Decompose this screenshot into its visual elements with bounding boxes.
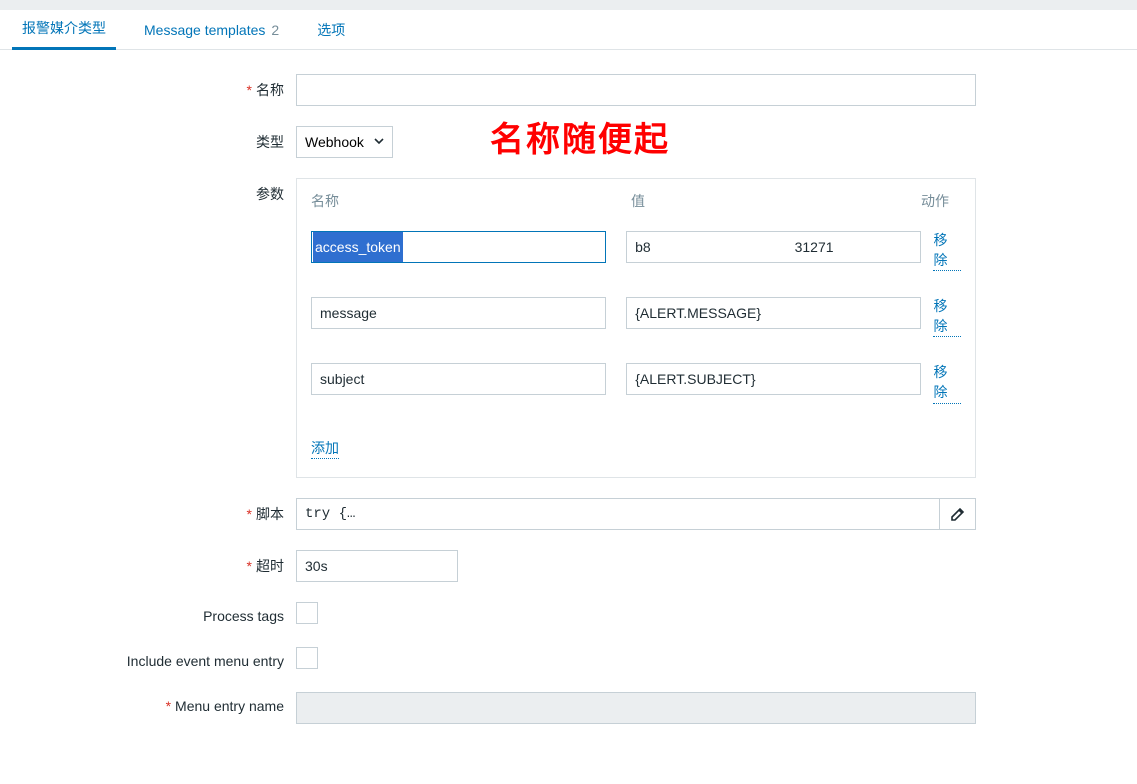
tab-message-templates-count: 2 <box>271 22 279 38</box>
tab-options-label: 选项 <box>317 20 345 40</box>
type-select[interactable]: Webhook <box>296 126 393 158</box>
param-value-input[interactable] <box>626 231 921 263</box>
param-row: 移除 <box>311 297 961 337</box>
required-marker: * <box>166 698 171 714</box>
label-type: 类型 <box>16 126 296 152</box>
param-row: access_token 移除 <box>311 231 961 271</box>
param-name-input[interactable] <box>311 297 606 329</box>
label-params-text: 参数 <box>256 186 284 202</box>
process-tags-checkbox[interactable] <box>296 602 318 624</box>
row-process-tags: Process tags <box>16 602 1121 627</box>
menu-entry-name-input[interactable] <box>296 692 976 724</box>
label-timeout-text: 超时 <box>256 558 284 574</box>
timeout-input[interactable] <box>296 550 458 582</box>
label-name-text: 名称 <box>256 82 284 98</box>
param-row: 移除 <box>311 363 961 403</box>
label-menu-entry-name: *Menu entry name <box>16 692 296 714</box>
label-menu-entry-name-text: Menu entry name <box>175 698 284 714</box>
param-remove-link[interactable]: 移除 <box>933 363 961 403</box>
row-name: *名称 <box>16 74 1121 106</box>
include-event-menu-checkbox[interactable] <box>296 647 318 669</box>
name-input[interactable] <box>296 74 976 106</box>
row-include-event-menu: Include event menu entry <box>16 647 1121 672</box>
edit-script-button[interactable] <box>940 498 976 530</box>
row-menu-entry-name: *Menu entry name <box>16 692 1121 724</box>
params-container: 名称 值 动作 access_token 移除 移除 <box>296 178 976 478</box>
params-header: 名称 值 动作 <box>311 191 961 211</box>
label-timeout: *超时 <box>16 550 296 576</box>
row-params: 参数 名称 值 动作 access_token 移除 <box>16 178 1121 478</box>
label-script: *脚本 <box>16 498 296 524</box>
required-marker: * <box>247 506 252 522</box>
tab-media-type-label: 报警媒介类型 <box>22 18 106 38</box>
row-timeout: *超时 <box>16 550 1121 582</box>
tab-message-templates[interactable]: Message templates 2 <box>134 10 289 50</box>
tab-media-type[interactable]: 报警媒介类型 <box>12 10 116 50</box>
tab-bar: 报警媒介类型 Message templates 2 选项 <box>0 10 1137 50</box>
param-name-selected-text: access_token <box>313 232 403 262</box>
label-include-event-menu-text: Include event menu entry <box>127 653 284 669</box>
params-header-value: 值 <box>621 191 921 211</box>
param-remove-link[interactable]: 移除 <box>933 297 961 337</box>
param-value-input[interactable] <box>626 363 921 395</box>
media-type-form: 名称随便起 *名称 类型 Webhook 参数 <box>0 50 1137 784</box>
row-script: *脚本 try {… <box>16 498 1121 530</box>
top-strip <box>0 0 1137 10</box>
params-header-name: 名称 <box>311 191 621 211</box>
label-type-text: 类型 <box>256 134 284 150</box>
required-marker: * <box>247 558 252 574</box>
script-preview-input[interactable]: try {… <box>296 498 940 530</box>
label-process-tags-text: Process tags <box>203 608 284 624</box>
param-name-input[interactable]: access_token <box>311 231 606 263</box>
params-header-action: 动作 <box>921 191 957 211</box>
label-params: 参数 <box>16 178 296 204</box>
param-name-input[interactable] <box>311 363 606 395</box>
label-script-text: 脚本 <box>256 506 284 522</box>
row-type: 类型 Webhook <box>16 126 1121 158</box>
add-param-link[interactable]: 添加 <box>311 438 339 459</box>
required-marker: * <box>247 82 252 98</box>
pencil-icon <box>950 506 966 522</box>
param-value-input[interactable] <box>626 297 921 329</box>
label-include-event-menu: Include event menu entry <box>16 647 296 669</box>
label-process-tags: Process tags <box>16 602 296 624</box>
param-remove-link[interactable]: 移除 <box>933 231 961 271</box>
label-name: *名称 <box>16 74 296 100</box>
tab-message-templates-label: Message templates <box>144 22 265 38</box>
script-preview-text: try {… <box>305 506 355 522</box>
tab-options[interactable]: 选项 <box>307 10 355 50</box>
